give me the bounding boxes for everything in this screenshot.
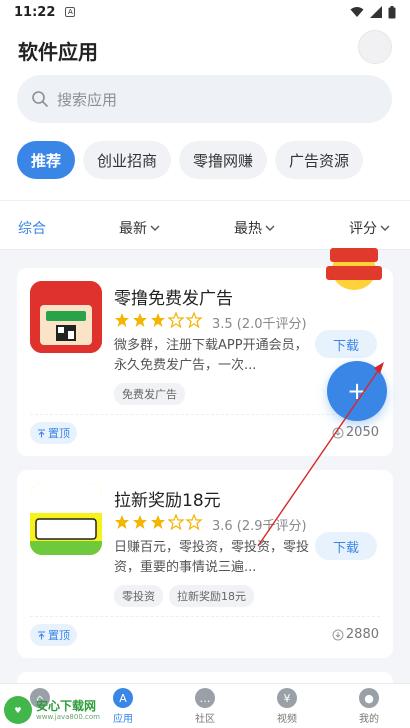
download-count: 2050 xyxy=(332,425,379,440)
red-packet-promo-icon[interactable] xyxy=(322,240,386,292)
app-icon-ad xyxy=(30,281,102,353)
sort-rating[interactable]: 评分 xyxy=(349,218,390,238)
star-icon xyxy=(133,515,147,529)
pin-top-button[interactable]: 置顶 xyxy=(30,624,77,646)
sort-comprehensive[interactable]: 综合 xyxy=(18,218,46,238)
search-input[interactable]: 搜索应用 xyxy=(57,89,117,110)
app-card[interactable]: 拉新奖励18元 3.6 (2.9千评分) 日赚百元，零投资，零投资，零投资，重要… xyxy=(17,470,393,658)
tab-profile[interactable]: ● 我的 xyxy=(339,688,399,725)
pin-up-icon xyxy=(38,428,45,437)
sort-hottest-label: 最热 xyxy=(234,221,262,237)
avatar[interactable] xyxy=(358,30,392,64)
download-button[interactable]: 下载 xyxy=(315,532,377,560)
app-rating: 3.6 (2.9千评分) xyxy=(114,513,307,534)
tab-video-label: 视频 xyxy=(277,714,297,725)
pin-top-button[interactable]: 置顶 xyxy=(30,422,77,444)
star-rating-icon xyxy=(114,311,204,332)
category-tab-business[interactable]: 创业招商 xyxy=(83,141,172,179)
wifi-icon xyxy=(350,7,364,17)
notification-app-icon: A xyxy=(65,7,76,17)
user-icon: ● xyxy=(359,688,379,708)
app-name: 拉新奖励18元 xyxy=(114,491,221,511)
coin-icon: ¥ xyxy=(277,688,297,708)
download-count-value: 2050 xyxy=(345,425,379,440)
watermark-logo-icon: ♥ xyxy=(4,696,32,724)
app-tag[interactable]: 拉新奖励18元 xyxy=(169,585,254,607)
star-icon xyxy=(115,313,129,327)
sort-newest[interactable]: 最新 xyxy=(119,218,160,238)
chat-icon: … xyxy=(195,688,215,708)
star-icon xyxy=(167,311,185,329)
pin-top-label: 置顶 xyxy=(48,629,70,642)
site-watermark: ♥ 安心下载网 www.java800.com xyxy=(4,694,100,726)
watermark-name: 安心下载网 xyxy=(36,698,97,713)
apps-icon: A xyxy=(113,688,133,708)
app-name: 零撸免费发广告 xyxy=(114,289,233,309)
search-bar[interactable]: 搜索应用 xyxy=(17,75,392,123)
sort-rating-label: 评分 xyxy=(349,221,377,237)
tab-apps[interactable]: A 应用 xyxy=(93,688,153,725)
download-button[interactable]: 下载 xyxy=(315,330,377,358)
download-count: 2880 xyxy=(332,627,379,642)
search-icon xyxy=(32,91,48,107)
star-icon xyxy=(151,313,165,327)
plus-icon: + xyxy=(346,377,368,405)
app-tags: 零投资 拉新奖励18元 xyxy=(114,585,254,607)
star-icon xyxy=(133,313,147,327)
app-tags: 免费发广告 xyxy=(114,383,185,405)
app-rating: 3.5 (2.0千评分) xyxy=(114,311,307,332)
category-tabs: 推荐 创业招商 零撸网赚 广告资源 xyxy=(17,141,364,179)
rating-text: 3.5 (2.0千评分) xyxy=(212,316,307,332)
download-count-value: 2880 xyxy=(345,627,379,642)
watermark-url: www.java800.com xyxy=(36,712,100,721)
tab-community-label: 社区 xyxy=(195,714,215,725)
star-icon xyxy=(151,515,165,529)
status-bar: 11:22 A xyxy=(0,0,410,24)
tab-video[interactable]: ¥ 视频 xyxy=(257,688,317,725)
divider xyxy=(30,414,380,415)
star-icon xyxy=(115,515,129,529)
star-icon xyxy=(167,513,185,531)
tab-apps-label: 应用 xyxy=(113,714,133,725)
pin-up-icon xyxy=(38,630,45,639)
star-rating-icon xyxy=(114,513,204,534)
header: 软件应用 搜索应用 推荐 创业招商 零撸网赚 广告资源 xyxy=(0,24,410,200)
app-icon-reward xyxy=(30,483,102,555)
add-fab-button[interactable]: + xyxy=(327,361,387,421)
status-indicators xyxy=(350,5,396,19)
download-icon xyxy=(332,629,344,640)
rating-text: 3.6 (2.9千评分) xyxy=(212,518,307,534)
pin-top-label: 置顶 xyxy=(48,427,70,440)
sort-hottest[interactable]: 最热 xyxy=(234,218,275,238)
app-tag[interactable]: 免费发广告 xyxy=(114,383,185,405)
cell-signal-icon xyxy=(370,6,382,18)
app-tag[interactable]: 零投资 xyxy=(114,585,163,607)
app-description: 日赚百元，零投资，零投资，零投资，重要的事情说三遍... xyxy=(114,540,310,575)
download-icon xyxy=(332,427,344,438)
chevron-down-icon xyxy=(265,225,275,231)
star-icon xyxy=(185,311,203,329)
watermark-text: 安心下载网 www.java800.com xyxy=(36,699,100,722)
tab-community[interactable]: … 社区 xyxy=(175,688,235,725)
battery-icon xyxy=(388,5,396,18)
star-icon xyxy=(185,513,203,531)
category-tab-recommend[interactable]: 推荐 xyxy=(17,141,76,179)
chevron-down-icon xyxy=(150,225,160,231)
sort-comprehensive-label: 综合 xyxy=(18,221,46,237)
sort-newest-label: 最新 xyxy=(119,221,147,237)
category-tab-earn[interactable]: 零撸网赚 xyxy=(179,141,268,179)
status-time: 11:22 xyxy=(14,4,56,20)
chevron-down-icon xyxy=(380,225,390,231)
divider xyxy=(30,616,380,617)
page-title: 软件应用 xyxy=(18,40,98,64)
app-card[interactable]: 零撸免费发广告 3.5 (2.0千评分) 微多群，注册下载APP开通会员，永久免… xyxy=(17,268,393,456)
category-tab-ads[interactable]: 广告资源 xyxy=(275,141,364,179)
tab-profile-label: 我的 xyxy=(359,714,379,725)
app-description: 微多群，注册下载APP开通会员，永久免费发广告，一次... xyxy=(114,338,308,373)
